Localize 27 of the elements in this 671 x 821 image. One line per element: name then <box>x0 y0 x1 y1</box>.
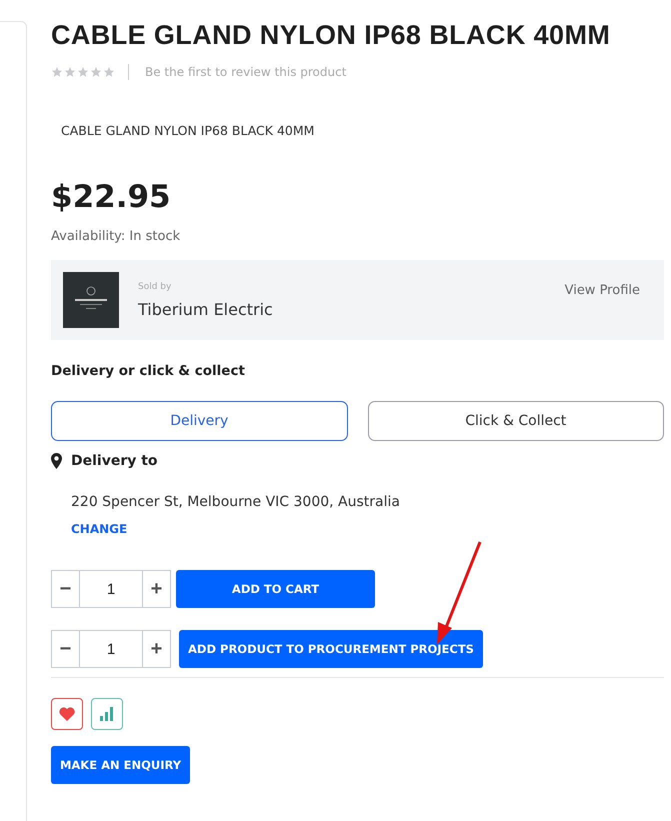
sold-by-label: Sold by <box>138 282 172 292</box>
increase-button[interactable]: + <box>142 570 171 608</box>
wishlist-button[interactable] <box>51 698 83 730</box>
seller-name: Tiberium Electric <box>138 300 274 318</box>
heart-icon <box>59 707 75 721</box>
bar-chart-icon <box>100 707 114 721</box>
add-button[interactable]: ADD TO CART <box>176 570 375 608</box>
compare-button[interactable] <box>91 698 123 730</box>
quantity-field[interactable]: 1 <box>80 570 142 608</box>
add-button[interactable]: ADD PRODUCT TO PROCUREMENT PROJECTS <box>179 630 483 668</box>
increase-button[interactable]: + <box>142 630 171 668</box>
change-link[interactable]: CHANGE <box>71 522 664 536</box>
decrease-button[interactable]: − <box>51 570 80 608</box>
availability: Availability: In stock <box>51 229 182 244</box>
delivery-to-label: Delivery to <box>71 453 158 469</box>
enquiry-button[interactable]: MAKE AN ENQUIRY <box>51 746 190 784</box>
delivery-option[interactable]: Click & Collect <box>368 401 664 441</box>
product-description: CABLE GLAND NYLON IP68 BLACK 40MM <box>61 123 316 138</box>
delivery-heading: Delivery or click & collect <box>51 363 246 379</box>
quantity-field[interactable]: 1 <box>80 630 142 668</box>
delivery-option[interactable]: Delivery <box>51 401 348 441</box>
decrease-button[interactable]: − <box>51 630 80 668</box>
location-pin-icon <box>51 453 62 469</box>
view-profile-link[interactable]: View Profile <box>564 282 640 298</box>
price: $22.95 <box>51 179 172 215</box>
delivery-address: 220 Spencer St, Melbourne VIC 3000, Australia <box>71 494 401 510</box>
product-title: CABLE GLAND NYLON IP68 BLACK 40MM <box>51 19 612 52</box>
